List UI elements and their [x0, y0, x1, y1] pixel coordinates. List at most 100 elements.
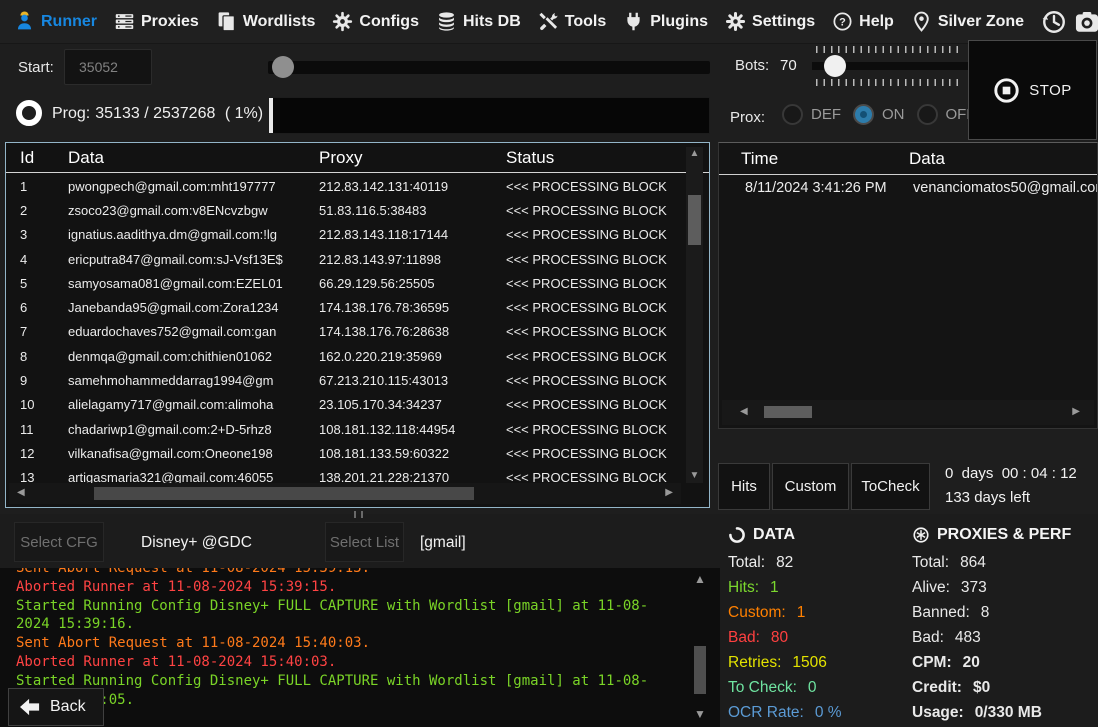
tab-custom[interactable]: Custom — [772, 463, 849, 510]
hits-column-header-data[interactable]: Data — [909, 149, 1097, 174]
history-icon[interactable] — [1041, 9, 1067, 35]
nav-item-configs[interactable]: Configs — [332, 11, 419, 32]
table-row[interactable]: 4ericputra847@gmail.com:sJ-Vsf13E$212.83… — [6, 247, 683, 271]
table-row[interactable]: 5samyosama081@gmail.com:EZEL0166.29.129.… — [6, 271, 683, 295]
radio-def-icon — [782, 104, 803, 125]
scroll-down-icon[interactable]: ▼ — [686, 471, 703, 481]
log-line: Started Running Config Disney+ FULL CAPT… — [16, 672, 671, 710]
tab-hits[interactable]: Hits — [718, 463, 770, 510]
column-header-status[interactable]: Status — [506, 148, 709, 172]
hits-horizontal-scrollbar[interactable]: ◀ ▶ — [722, 400, 1094, 425]
nav-item-hits-db[interactable]: Hits DB — [436, 11, 521, 32]
plugins-icon — [623, 11, 644, 32]
table-row[interactable]: 6Janebanda95@gmail.com:Zora1234174.138.1… — [6, 295, 683, 319]
bots-slider-ticks-top — [816, 46, 964, 53]
cell-proxy: 212.83.143.118:17144 — [319, 227, 506, 242]
table-row[interactable]: 8denmqa@gmail.com:chithien01062162.0.220… — [6, 344, 683, 368]
cell-status: <<< PROCESSING BLOCK — [506, 446, 683, 461]
table-row[interactable]: 12vilkanafisa@gmail.com:Oneone198108.181… — [6, 441, 683, 465]
cell-status: <<< PROCESSING BLOCK — [506, 422, 683, 437]
nav-item-label: Plugins — [650, 13, 708, 31]
tab-tocheck[interactable]: ToCheck — [851, 463, 930, 510]
cell-data: eduardochaves752@gmail.com:gan — [68, 324, 319, 339]
cell-id: 9 — [20, 373, 68, 388]
scroll-right-icon[interactable]: ▶ — [1072, 407, 1080, 417]
prox-option-def[interactable]: DEF — [782, 104, 841, 125]
back-button[interactable]: Back — [8, 688, 104, 726]
hits-tabs-bar: HitsCustomToCheck 0 days 00 : 04 : 12 13… — [718, 463, 1098, 513]
table-row[interactable]: 3ignatius.aadithya.dm@gmail.com:!lg212.8… — [6, 223, 683, 247]
results-horizontal-scrollbar[interactable]: ◀ ▶ — [9, 483, 681, 504]
controls-panel: Start: Prog:35133 / 2537268 ( 1%) Bots: … — [0, 44, 1098, 142]
table-row[interactable]: 1pwongpech@gmail.com:mht197777212.83.142… — [6, 174, 683, 198]
nav-item-wordlists[interactable]: Wordlists — [216, 11, 316, 32]
prox-option-off[interactable]: OFF — [917, 104, 976, 125]
table-row[interactable]: 9samehmohammeddarrag1994@gm67.213.210.11… — [6, 368, 683, 392]
hits-hscroll-thumb[interactable] — [764, 406, 812, 418]
stat-cpm: CPM:20 — [912, 650, 1098, 675]
nav-item-label: Runner — [41, 13, 97, 31]
bottom-right-panels: DATA Total:82Hits:1Custom:1Bad:80Retries… — [720, 514, 1098, 727]
back-button-label: Back — [50, 698, 86, 716]
start-slider[interactable] — [268, 56, 710, 78]
nav-item-silver-zone[interactable]: Silver Zone — [911, 11, 1024, 32]
bots-slider-ticks-bottom — [816, 79, 964, 86]
camera-icon[interactable] — [1074, 9, 1098, 35]
results-table-header: IdDataProxyStatus — [6, 143, 709, 173]
nav-item-label: Wordlists — [243, 13, 316, 31]
scroll-up-icon[interactable]: ▲ — [686, 149, 703, 159]
data-panel-title: DATA — [753, 526, 795, 544]
stat-value: 0 — [808, 679, 817, 697]
column-header-data[interactable]: Data — [68, 148, 319, 172]
bots-slider-handle[interactable] — [824, 55, 846, 77]
results-vscroll-thumb[interactable] — [688, 195, 701, 245]
nav-item-runner[interactable]: Runner — [14, 11, 97, 32]
stat-value: 1506 — [792, 654, 826, 672]
column-header-id[interactable]: Id — [20, 148, 68, 172]
stop-button[interactable]: STOP — [968, 40, 1097, 140]
log-scrollbar[interactable]: ▲ ▼ — [692, 574, 708, 719]
start-input[interactable] — [64, 49, 152, 85]
splitter-grip[interactable] — [354, 511, 363, 518]
select-cfg-button[interactable]: Select CFG — [14, 522, 104, 562]
scroll-down-icon[interactable]: ▼ — [692, 709, 708, 719]
stat-value: 20 — [963, 654, 980, 672]
table-row[interactable]: 10alielagamy717@gmail.com:alimoha23.105.… — [6, 393, 683, 417]
log-line: Aborted Runner at 11-08-2024 15:40:03. — [16, 653, 671, 672]
start-slider-handle[interactable] — [272, 56, 294, 78]
select-list-button[interactable]: Select List — [325, 522, 404, 562]
nav-item-help[interactable]: ?Help — [832, 11, 894, 32]
scroll-left-icon[interactable]: ◀ — [740, 407, 748, 417]
table-row[interactable]: 11chadariwp1@gmail.com:2+D-5rhz8108.181.… — [6, 417, 683, 441]
results-vertical-scrollbar[interactable]: ▲ ▼ — [686, 147, 703, 483]
scroll-up-icon[interactable]: ▲ — [692, 574, 708, 584]
nav-item-label: Silver Zone — [938, 13, 1024, 31]
scroll-right-icon[interactable]: ▶ — [665, 488, 673, 498]
hits-row[interactable]: 8/11/2024 3:41:26 PMvenanciomatos50@gmai… — [719, 175, 1097, 201]
cell-data: denmqa@gmail.com:chithien01062 — [68, 349, 319, 364]
prox-radio-group: DEF ON OFF — [782, 104, 976, 125]
prox-option-on[interactable]: ON — [853, 104, 905, 125]
cell-proxy: 108.181.132.118:44954 — [319, 422, 506, 437]
nav-item-plugins[interactable]: Plugins — [623, 11, 708, 32]
table-row[interactable]: 7eduardochaves752@gmail.com:gan174.138.1… — [6, 320, 683, 344]
column-header-proxy[interactable]: Proxy — [319, 148, 506, 172]
nav-item-settings[interactable]: Settings — [725, 11, 815, 32]
nav-item-proxies[interactable]: Proxies — [114, 11, 199, 32]
hits-column-header-time[interactable]: Time — [741, 149, 909, 174]
bots-value: 70 — [780, 57, 797, 74]
app-window: Runner Proxies Wordlists Configs Hits DB Tool… — [0, 0, 1098, 727]
nav-item-label: Tools — [565, 13, 606, 31]
stat-usage: Usage:0/330 MB — [912, 700, 1098, 725]
bots-slider[interactable] — [812, 46, 968, 86]
nav-item-tools[interactable]: Tools — [538, 11, 606, 32]
results-hscroll-thumb[interactable] — [94, 487, 474, 500]
wordlists-icon — [216, 11, 237, 32]
scroll-left-icon[interactable]: ◀ — [17, 488, 25, 498]
cell-id: 12 — [20, 446, 68, 461]
back-arrow-icon — [19, 697, 41, 717]
start-slider-track[interactable] — [268, 61, 710, 74]
table-row[interactable]: 2zsoco23@gmail.com:v8ENcvzbgw51.83.116.5… — [6, 198, 683, 222]
log-scroll-thumb[interactable] — [694, 646, 706, 694]
nav-right-icons — [1041, 9, 1098, 35]
